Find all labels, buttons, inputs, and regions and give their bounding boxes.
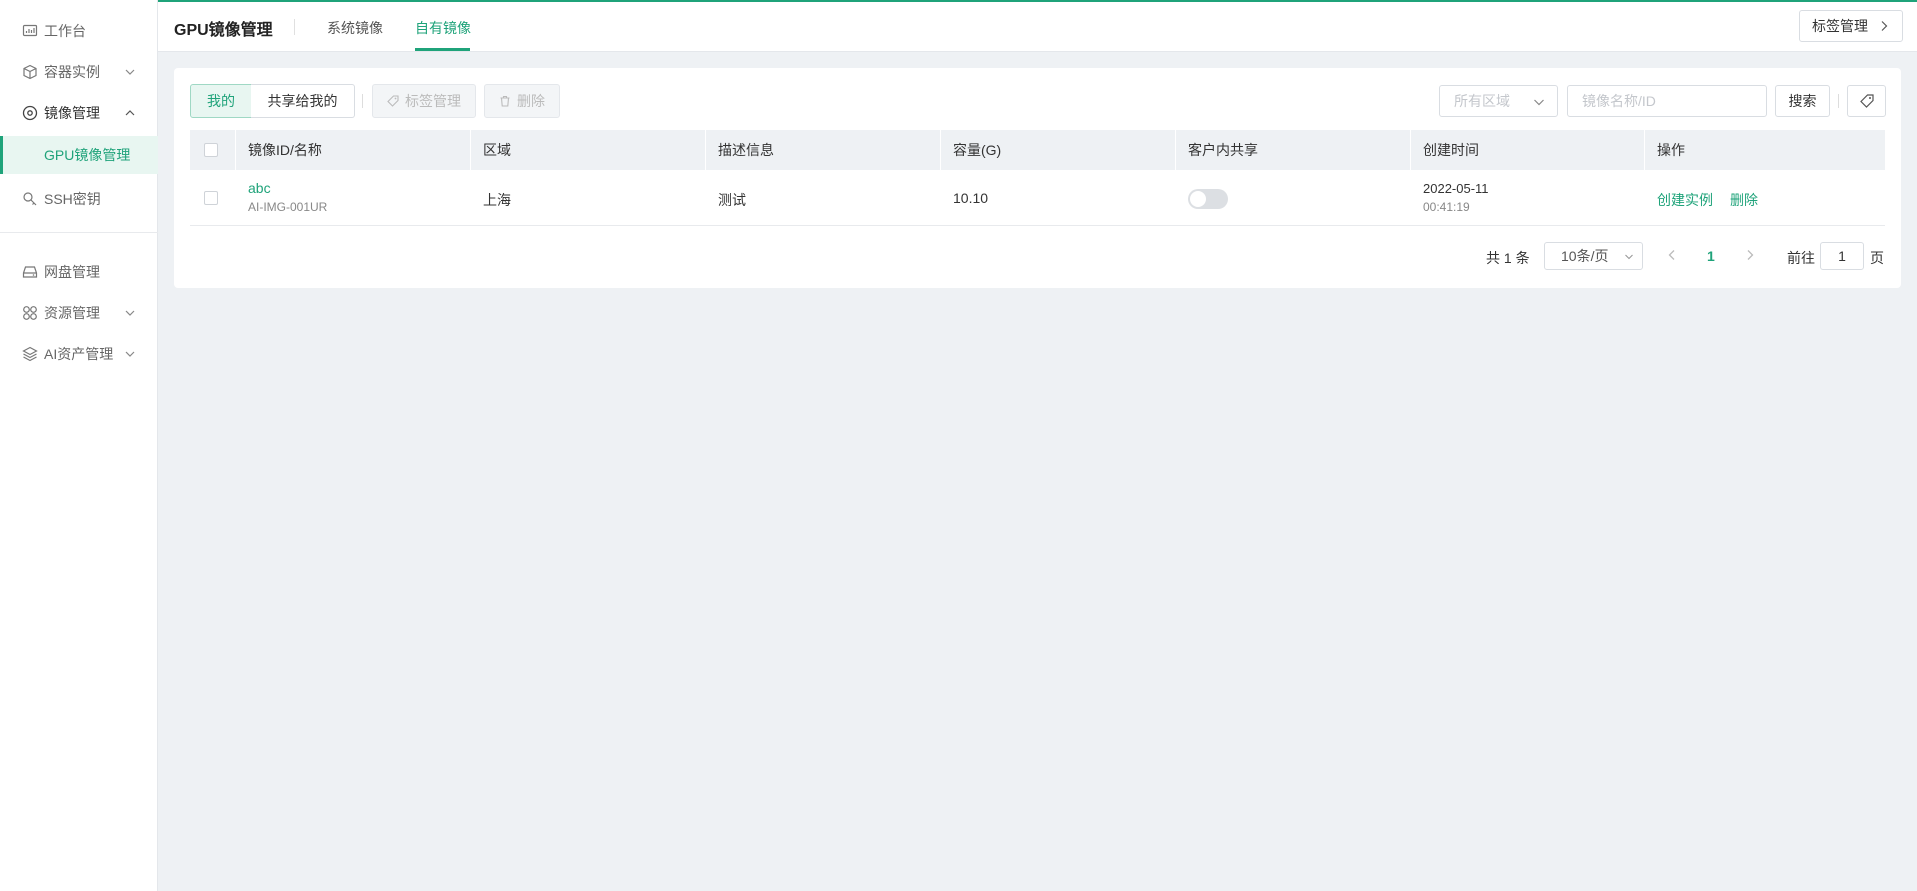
goto-label: 前往 [1787, 250, 1815, 266]
image-id: AI-IMG-001UR [248, 200, 328, 214]
header: GPU镜像管理 系统镜像 自有镜像 标签管理 [158, 2, 1917, 52]
table-row: abc AI-IMG-001UR 上海 测试 10.10 2022-05-11 … [190, 170, 1885, 226]
sidebar-item-ai-assets[interactable]: AI资产管理 [0, 336, 158, 372]
image-region: 上海 [483, 192, 511, 208]
active-tab-indicator [415, 48, 470, 51]
sidebar-item-label: AI资产管理 [44, 346, 114, 362]
sidebar-item-label: GPU镜像管理 [44, 147, 131, 163]
chevron-down-icon [1625, 254, 1633, 260]
create-instance-link[interactable]: 创建实例 [1657, 190, 1713, 210]
share-toggle[interactable] [1188, 189, 1228, 209]
next-page-icon[interactable] [1744, 249, 1756, 261]
goto-page-input[interactable] [1820, 242, 1864, 270]
toggle-knob [1190, 191, 1206, 207]
page-title: GPU镜像管理 [174, 22, 273, 39]
toolbar-divider [362, 94, 363, 108]
page-size-select[interactable]: 10条/页 [1544, 242, 1643, 270]
tag-icon [1859, 94, 1874, 108]
dashboard-icon [22, 23, 38, 39]
select-all-checkbox[interactable] [204, 143, 218, 157]
sidebar-item-ssh-keys[interactable]: SSH密钥 [0, 181, 158, 217]
batch-delete-button[interactable]: 删除 [484, 84, 560, 118]
tag-filter-button[interactable] [1847, 85, 1886, 117]
total-count: 共 1 条 [1486, 250, 1530, 266]
grid-icon [22, 305, 38, 321]
column-header-region: 区域 [471, 130, 706, 170]
chevron-down-icon [125, 69, 135, 75]
tag-icon [387, 95, 399, 107]
key-icon [22, 191, 38, 207]
sidebar-item-resources[interactable]: 资源管理 [0, 295, 158, 331]
header-divider [294, 19, 295, 35]
batch-tag-label: 标签管理 [405, 93, 461, 109]
tag-manage-label: 标签管理 [1812, 18, 1868, 34]
created-date: 2022-05-11 [1423, 181, 1489, 196]
batch-tag-button[interactable]: 标签管理 [372, 84, 476, 118]
drive-icon [22, 264, 38, 280]
sidebar-item-workbench[interactable]: 工作台 [0, 13, 158, 49]
sidebar-item-drive[interactable]: 网盘管理 [0, 254, 158, 290]
sidebar-divider [0, 232, 158, 233]
trash-icon [500, 95, 510, 107]
chevron-down-icon [1534, 99, 1544, 106]
select-all-cell [190, 130, 236, 170]
delete-link[interactable]: 删除 [1730, 190, 1758, 210]
image-list-card: 我的 共享给我的 标签管理 删除 所有区域 搜索 镜像ID/名称 区域 描述信息… [174, 68, 1901, 288]
sidebar: 工作台 容器实例 镜像管理 GPU镜像管理 SSH密钥 网盘管理 资源管理 AI… [0, 0, 158, 891]
tab-system-images[interactable]: 系统镜像 [327, 18, 383, 38]
created-time: 00:41:19 [1423, 200, 1470, 214]
column-header-capacity: 容量(G) [941, 130, 1176, 170]
sidebar-item-label: 镜像管理 [44, 105, 100, 121]
chevron-down-icon [125, 310, 135, 316]
sidebar-item-label: SSH密钥 [44, 191, 101, 207]
current-page[interactable]: 1 [1707, 248, 1715, 264]
filter-mine-button[interactable]: 我的 [190, 84, 252, 118]
table-header: 镜像ID/名称 区域 描述信息 容量(G) 客户内共享 创建时间 操作 [190, 130, 1885, 170]
chevron-down-icon [125, 351, 135, 357]
column-header-actions: 操作 [1657, 142, 1685, 158]
image-description: 测试 [718, 192, 746, 208]
toolbar-divider [1838, 94, 1839, 108]
region-placeholder: 所有区域 [1454, 93, 1510, 109]
sidebar-item-containers[interactable]: 容器实例 [0, 54, 158, 90]
column-header-id-name: 镜像ID/名称 [236, 130, 471, 170]
column-header-shared: 客户内共享 [1176, 130, 1411, 170]
sidebar-item-label: 工作台 [44, 23, 86, 39]
sidebar-item-label: 资源管理 [44, 305, 100, 321]
page-size-value: 10条/页 [1561, 248, 1609, 264]
chevron-right-icon [1881, 21, 1888, 31]
layers-icon [22, 346, 38, 362]
sidebar-item-label: 容器实例 [44, 64, 100, 80]
sidebar-item-gpu-images[interactable]: GPU镜像管理 [0, 136, 158, 174]
column-header-description: 描述信息 [706, 130, 941, 170]
page-suffix: 页 [1870, 250, 1884, 266]
search-button[interactable]: 搜索 [1775, 85, 1830, 117]
prev-page-icon[interactable] [1666, 249, 1678, 261]
region-select[interactable]: 所有区域 [1439, 85, 1558, 117]
tag-manage-button[interactable]: 标签管理 [1799, 10, 1903, 42]
search-input[interactable] [1567, 85, 1767, 117]
sidebar-item-images[interactable]: 镜像管理 [0, 95, 158, 131]
image-name-link[interactable]: abc [248, 180, 271, 196]
row-checkbox[interactable] [204, 191, 218, 205]
cube-icon [22, 64, 38, 80]
column-header-created: 创建时间 [1411, 130, 1645, 170]
tab-own-images[interactable]: 自有镜像 [415, 18, 471, 38]
chevron-up-icon [125, 110, 135, 116]
filter-shared-button[interactable]: 共享给我的 [251, 84, 355, 118]
batch-delete-label: 删除 [517, 93, 545, 109]
disc-icon [22, 105, 38, 121]
image-capacity: 10.10 [953, 190, 989, 206]
sidebar-item-label: 网盘管理 [44, 264, 100, 280]
